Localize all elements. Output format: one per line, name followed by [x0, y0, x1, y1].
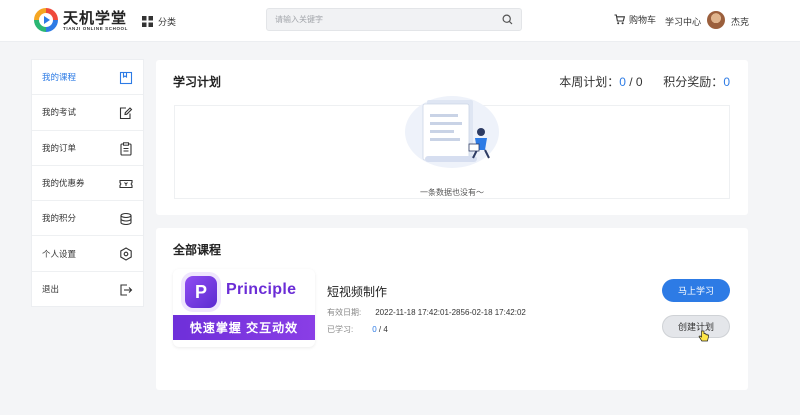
course-cover[interactable]: P Principle 快速掌握 交互动效	[173, 269, 315, 347]
site-logo[interactable]: 天机学堂 TIANJI ONLINE SCHOOL	[32, 5, 132, 37]
logo-mark-icon	[34, 8, 58, 32]
cart-link[interactable]: 购物车	[614, 13, 656, 26]
sidebar-item-label: 我的考试	[42, 107, 77, 118]
sidebar-item-logout[interactable]: 退出	[32, 272, 143, 307]
cart-label: 购物车	[629, 15, 657, 25]
sidebar-item-label: 我的积分	[42, 213, 77, 224]
principle-logo-icon: P	[185, 276, 217, 308]
hand-cursor-icon	[698, 330, 709, 342]
points-label: 积分奖励：	[663, 75, 724, 89]
course-validity: 有效日期: 2022-11-18 17:42:01-2856-02-18 17:4…	[327, 307, 526, 318]
progress-total: / 4	[376, 325, 388, 334]
username[interactable]: 杰克	[731, 15, 749, 28]
sidebar-item-label: 我的优惠券	[42, 178, 85, 189]
all-courses-panel: 全部课程 P Principle 快速掌握 交互动效 短视频制作 有效日期: 20…	[156, 228, 748, 390]
progress-label: 已学习:	[327, 325, 354, 334]
logout-icon	[120, 284, 133, 296]
sidebar-item-my-points[interactable]: 我的积分	[32, 201, 143, 237]
points-stack-icon	[120, 213, 132, 226]
sidebar-nav: 我的课程 我的考试 我的订单 我的优惠券 我的积分 个人设置 退出	[31, 59, 144, 307]
start-study-button[interactable]: 马上学习	[662, 279, 730, 302]
sidebar-item-label: 我的课程	[42, 72, 77, 83]
plan-title: 学习计划	[173, 75, 222, 89]
validity-label: 有效日期:	[327, 308, 362, 317]
sidebar-item-my-exams[interactable]: 我的考试	[32, 95, 143, 131]
courses-title: 全部课程	[173, 243, 222, 257]
course-progress: 已学习: 0 / 4	[327, 324, 388, 335]
empty-state-text: 一条数据也没有～	[420, 188, 484, 197]
week-plan-done: 0	[619, 75, 626, 89]
plan-empty-box	[174, 96, 730, 199]
sidebar-item-my-orders[interactable]: 我的订单	[32, 131, 143, 166]
sidebar-item-label: 个人设置	[42, 248, 77, 259]
search-input[interactable]	[275, 9, 495, 30]
category-menu[interactable]: 分类	[142, 13, 176, 29]
grid-icon	[142, 15, 153, 27]
search-bar	[266, 8, 522, 31]
sidebar-item-my-courses[interactable]: 我的课程	[32, 60, 143, 96]
exam-edit-icon	[119, 107, 133, 120]
plan-stats: 本周计划：0 / 0 积分奖励：0	[559, 73, 730, 90]
logo-subtitle: TIANJI ONLINE SCHOOL	[63, 26, 129, 31]
study-center-link[interactable]: 学习中心	[665, 15, 701, 28]
sidebar-item-label: 我的订单	[42, 142, 77, 153]
logo-title: 天机学堂	[63, 9, 128, 27]
cover-tagline: 快速掌握 交互动效	[173, 315, 315, 340]
empty-state-illustration	[405, 96, 499, 168]
cover-brand: Principle	[226, 281, 297, 298]
coupon-ticket-icon	[119, 179, 133, 188]
sidebar-item-personal-settings[interactable]: 个人设置	[32, 236, 143, 272]
sidebar-item-label: 退出	[42, 284, 60, 295]
sidebar-item-my-coupons[interactable]: 我的优惠券	[32, 166, 143, 202]
points-value: 0	[723, 75, 730, 89]
category-label: 分类	[158, 16, 177, 27]
validity-value: 2022-11-18 17:42:01-2856-02-18 17:42:02	[375, 308, 526, 317]
top-header: 天机学堂 TIANJI ONLINE SCHOOL 分类 购物车 学习中心 杰克	[0, 0, 800, 42]
course-name[interactable]: 短视频制作	[327, 283, 387, 300]
study-plan-panel: 学习计划 本周计划：0 / 0 积分奖励：0 一条数据也没有～	[156, 60, 748, 215]
week-plan-label: 本周计划：	[559, 75, 620, 89]
search-icon[interactable]	[502, 14, 513, 25]
settings-hexagon-icon	[120, 247, 132, 262]
week-plan-sep: /	[625, 75, 636, 89]
create-plan-button[interactable]: 创建计划	[662, 315, 730, 338]
avatar[interactable]	[707, 11, 725, 29]
week-plan-total: 0	[635, 75, 643, 89]
course-icon	[119, 71, 133, 85]
order-clipboard-icon	[120, 141, 132, 156]
cart-icon	[614, 14, 625, 25]
